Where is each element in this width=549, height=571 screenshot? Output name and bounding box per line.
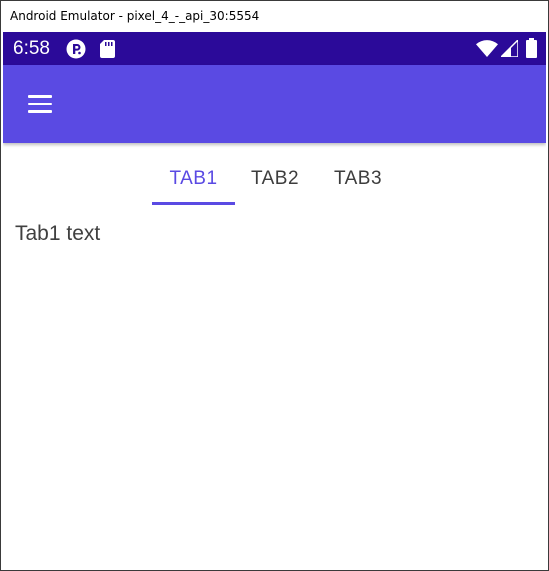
emulator-window: Android Emulator - pixel_4_-_api_30:5554… xyxy=(0,0,549,571)
tab-bar: TAB1 TAB2 TAB3 xyxy=(3,143,546,206)
status-bar: 6:58 xyxy=(3,32,546,65)
sd-card-icon xyxy=(100,40,115,63)
device-screen: 6:58 TAB1 TAB2 TAB3 Tab1 text xyxy=(3,32,546,570)
tab-selection-indicator xyxy=(152,202,235,205)
tab-tab3[interactable]: TAB3 xyxy=(321,143,395,206)
status-time: 6:58 xyxy=(13,38,50,59)
tab-content-text: Tab1 text xyxy=(15,222,101,245)
tab-tab2[interactable]: TAB2 xyxy=(239,143,311,206)
window-title: Android Emulator - pixel_4_-_api_30:5554 xyxy=(1,1,548,32)
app-bar xyxy=(3,65,546,143)
app-p-icon xyxy=(66,39,86,64)
battery-icon xyxy=(526,38,537,63)
wifi-icon xyxy=(476,40,498,62)
tab-tab1[interactable]: TAB1 xyxy=(152,143,235,206)
hamburger-menu-icon[interactable] xyxy=(25,92,55,116)
cellular-signal-icon xyxy=(499,38,519,62)
